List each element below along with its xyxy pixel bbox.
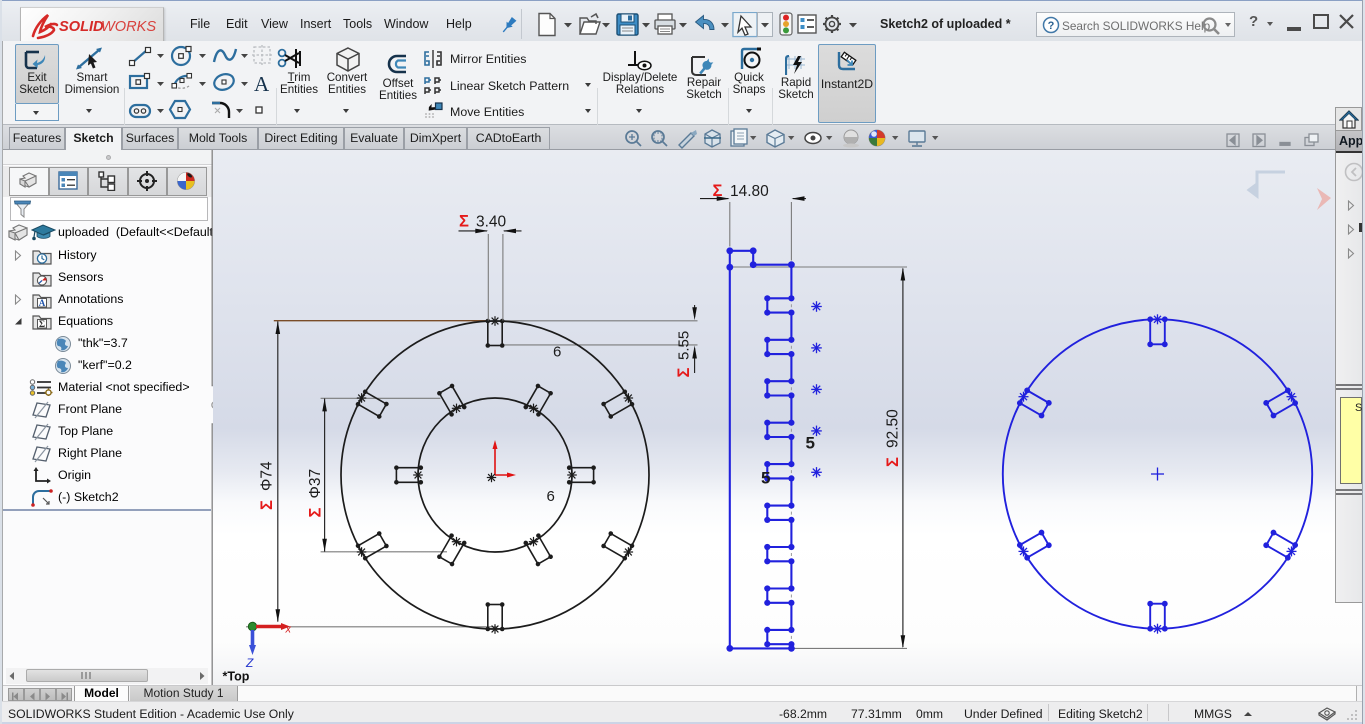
svg-text:5.55: 5.55 [675,331,692,360]
svg-text:5: 5 [806,434,815,453]
svg-text:Σ: Σ [675,368,693,378]
svg-text:Φ37: Φ37 [307,469,324,499]
svg-text:Σ: Σ [258,500,276,510]
svg-text:x: x [285,624,292,636]
svg-text:Σ: Σ [884,457,902,467]
svg-text:6: 6 [547,488,555,505]
svg-text:WORKS: WORKS [101,19,156,35]
svg-text:Σ: Σ [459,213,469,231]
svg-text:92.50: 92.50 [885,409,902,448]
svg-text:Φ74: Φ74 [259,461,276,491]
svg-text:Σ: Σ [39,320,45,330]
svg-text:3.40: 3.40 [476,214,507,231]
svg-text:*Top: *Top [223,670,250,684]
svg-text:14.80: 14.80 [730,183,769,200]
svg-text:A: A [254,72,270,96]
svg-text:?: ? [1048,20,1055,32]
svg-text:A: A [39,298,46,308]
svg-text:5: 5 [761,469,770,488]
svg-text:6: 6 [553,344,561,361]
svg-text:SOLID: SOLID [59,19,104,35]
svg-text:Z: Z [245,656,254,670]
svg-text:Σ: Σ [306,508,324,518]
